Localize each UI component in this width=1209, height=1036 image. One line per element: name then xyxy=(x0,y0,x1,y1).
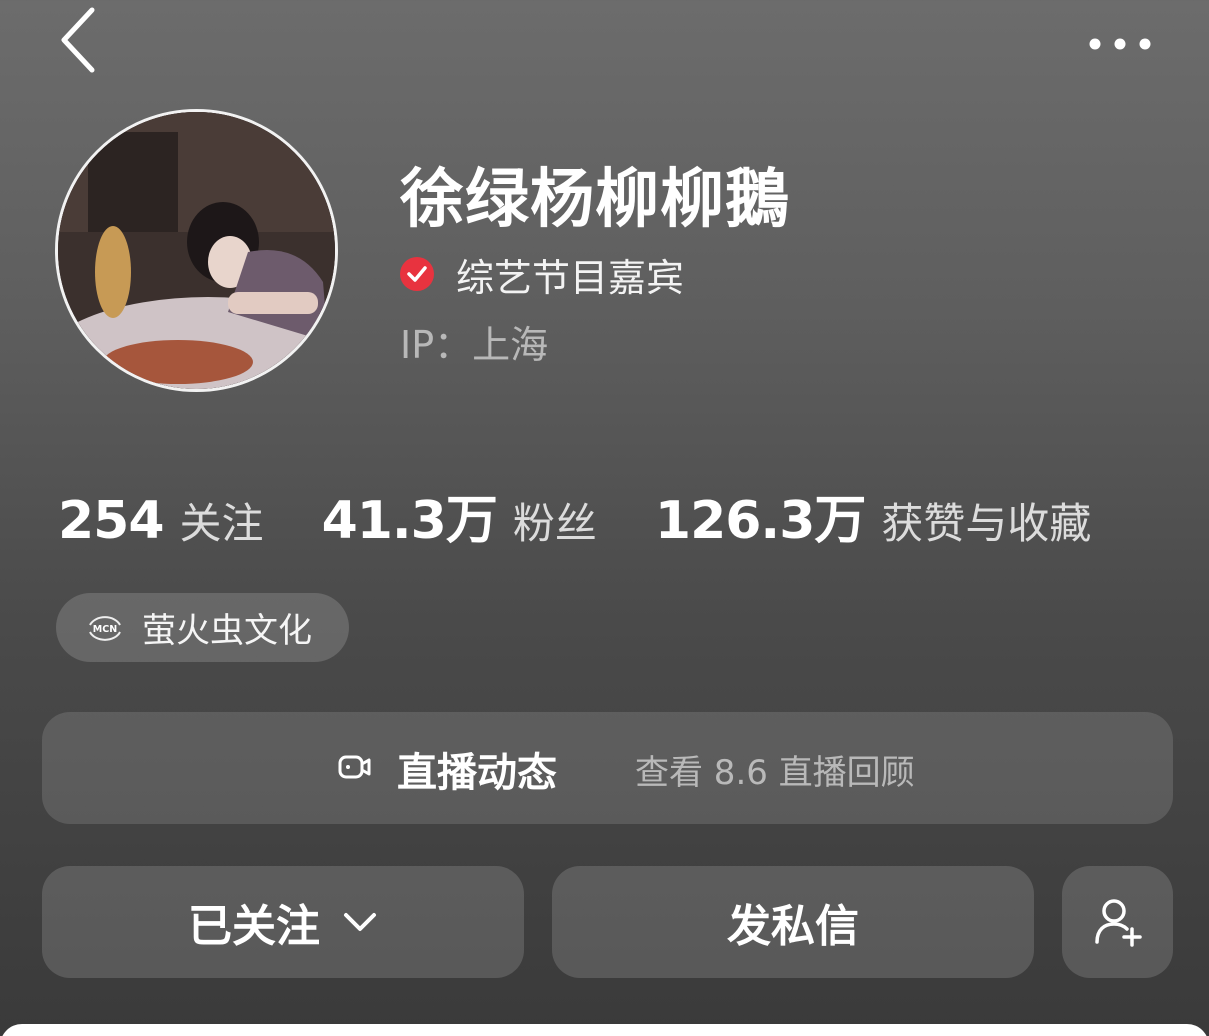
avatar[interactable] xyxy=(55,109,338,392)
stat-likes[interactable]: 126.3万 获赞与收藏 xyxy=(655,478,1092,553)
mcn-icon: MCN xyxy=(89,615,121,641)
add-user-icon xyxy=(1094,899,1142,947)
add-friend-button[interactable] xyxy=(1062,866,1173,978)
video-camera-icon xyxy=(338,755,371,779)
profile-name: 徐绿杨柳柳鵝 xyxy=(400,163,790,237)
verified-label: 综艺节目嘉宾 xyxy=(456,255,685,300)
live-subtitle: 查看 8.6 直播回顾 xyxy=(635,753,915,793)
avatar-image xyxy=(58,112,335,389)
more-horizontal-icon xyxy=(1089,38,1151,50)
mcn-badge-text: MCN xyxy=(93,624,117,635)
top-bar xyxy=(0,0,1209,90)
send-message-button[interactable]: 发私信 xyxy=(552,866,1034,978)
live-title: 直播动态 xyxy=(397,750,557,796)
chevron-left-icon xyxy=(61,7,95,73)
stat-followers-label: 粉丝 xyxy=(512,499,597,548)
following-label: 已关注 xyxy=(188,901,320,952)
more-button[interactable] xyxy=(1080,22,1170,66)
verified-check-icon xyxy=(400,257,434,291)
stat-likes-value: 126.3万 xyxy=(654,491,866,551)
stat-followers-value: 41.3万 xyxy=(321,491,498,551)
back-button[interactable] xyxy=(56,4,116,76)
send-message-label: 发私信 xyxy=(727,901,859,952)
stat-following-label: 关注 xyxy=(179,499,264,548)
stat-following-value: 254 xyxy=(58,491,165,551)
stat-likes-label: 获赞与收藏 xyxy=(881,499,1092,548)
stats-row: 254 关注 41.3万 粉丝 126.3万 获赞与收藏 xyxy=(58,478,1149,551)
live-activity-card[interactable]: 直播动态 查看 8.6 直播回顾 xyxy=(42,712,1173,824)
bottom-sheet xyxy=(0,1024,1209,1036)
ip-location: IP：上海 xyxy=(400,323,549,367)
mcn-name: 萤火虫文化 xyxy=(142,611,312,651)
chevron-down-icon xyxy=(344,913,376,931)
stat-following[interactable]: 254 关注 xyxy=(58,490,264,551)
stat-followers[interactable]: 41.3万 粉丝 xyxy=(322,478,597,553)
mcn-chip[interactable]: MCN 萤火虫文化 xyxy=(56,593,349,662)
following-button[interactable]: 已关注 xyxy=(42,866,524,978)
verification-row: 综艺节目嘉宾 xyxy=(400,252,684,300)
